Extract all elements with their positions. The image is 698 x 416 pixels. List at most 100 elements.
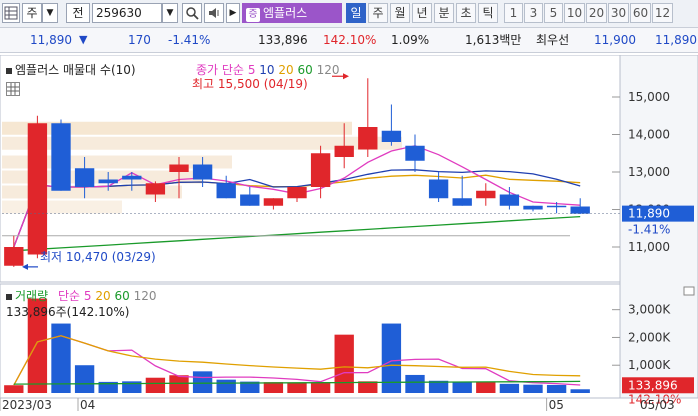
volume-axis-label: 1,000K — [628, 358, 671, 372]
volume-panel-title: 거래량 — [15, 289, 49, 303]
period-tab-day[interactable]: 일 — [346, 3, 366, 23]
speaker-icon[interactable] — [204, 3, 224, 23]
candle-body[interactable] — [145, 183, 166, 195]
date-axis-label: 05 — [549, 398, 564, 412]
candle-body[interactable] — [74, 168, 95, 187]
candle-body[interactable] — [98, 179, 118, 184]
volume-bar[interactable] — [570, 389, 590, 393]
candle-body[interactable] — [405, 145, 425, 161]
volume-axis-label: 3,000K — [628, 303, 671, 317]
code-dropdown-icon[interactable]: ▼ — [162, 3, 178, 23]
candle-body[interactable] — [263, 198, 284, 206]
best-ask-price: 11,900 — [594, 33, 636, 47]
volume-bar[interactable] — [169, 375, 189, 393]
candle-body[interactable] — [570, 206, 590, 214]
volume-current-label: 133,896주(142.10%) — [6, 305, 130, 319]
candle-body[interactable] — [428, 179, 449, 199]
volume-bar[interactable] — [51, 323, 71, 393]
volume-bar[interactable] — [216, 379, 236, 393]
grid-menu-icon[interactable] — [2, 3, 20, 23]
volume-current-tag-label: 133,896 — [628, 378, 678, 392]
chart-area[interactable]: 15,00014,00013,00012,00011,00011,890-1.4… — [0, 54, 698, 413]
low-price-annotation: 최저 10,470 (03/29) — [40, 250, 156, 264]
price-panel-title: 엠플러스 매물대 수(10) — [15, 63, 136, 77]
candle-body[interactable] — [27, 123, 48, 255]
price-axis-label: 11,000 — [628, 240, 670, 254]
market-select[interactable]: 주 — [22, 3, 42, 23]
search-icon[interactable] — [182, 3, 202, 23]
vol-ma-60-label: 60 — [114, 289, 130, 303]
candle-body[interactable] — [4, 247, 24, 266]
volume-ratio: 142.10% — [323, 33, 377, 47]
candle-body[interactable] — [334, 145, 354, 157]
candle-body[interactable] — [546, 205, 567, 208]
volume-bar[interactable] — [546, 384, 567, 393]
volume-bar[interactable] — [523, 384, 543, 393]
price-panel-legend: 엠플러스 매물대 수(10) — [6, 61, 136, 78]
current-price-tag-label: 11,890 — [628, 207, 670, 221]
candle-body[interactable] — [310, 153, 331, 187]
candle-body[interactable] — [287, 187, 307, 199]
market-dropdown-icon[interactable]: ▼ — [42, 3, 58, 23]
candle-body[interactable] — [381, 130, 402, 142]
candle-body[interactable] — [452, 198, 472, 206]
down-triangle-icon: ▼ — [79, 33, 88, 46]
candle-body[interactable] — [216, 183, 236, 199]
vol-ma-20-label: 20 — [95, 289, 111, 303]
interval-button-30[interactable]: 30 — [608, 3, 629, 23]
price-axis-label: 13,000 — [628, 165, 670, 179]
candle-body[interactable] — [523, 205, 543, 210]
volume-bar[interactable] — [74, 365, 95, 393]
volume-bar[interactable] — [334, 334, 354, 393]
candle-body[interactable] — [192, 164, 213, 180]
candle-body[interactable] — [169, 164, 189, 173]
all-market-toggle[interactable]: 전 — [66, 3, 90, 23]
volume-value: 133,896 — [258, 33, 308, 47]
period-tab-year[interactable]: 년 — [412, 3, 432, 23]
interval-button-20[interactable]: 20 — [586, 3, 607, 23]
volume-bar[interactable] — [452, 381, 472, 393]
candle-body[interactable] — [476, 190, 496, 199]
vol-ma-5-label: 5 — [83, 289, 92, 303]
quote-bar: 11,890 ▼ 170 -1.41% 133,896 142.10% 1.09… — [0, 28, 698, 53]
period-tab-week[interactable]: 주 — [368, 3, 388, 23]
period-tab-minute[interactable]: 분 — [434, 3, 454, 23]
period-tab-month[interactable]: 월 — [390, 3, 410, 23]
volume-bar[interactable] — [192, 371, 213, 393]
price-volume-chart[interactable]: 15,00014,00013,00012,00011,00011,890-1.4… — [0, 54, 698, 413]
interval-button-3[interactable]: 3 — [524, 3, 543, 23]
interval-button-1[interactable]: 1 — [504, 3, 523, 23]
interval-button-60[interactable]: 60 — [630, 3, 651, 23]
candle-body[interactable] — [51, 123, 71, 191]
volume-axis-label: 2,000K — [628, 330, 671, 344]
volume-bar[interactable] — [4, 385, 24, 393]
volume-bar[interactable] — [310, 382, 331, 393]
price-axis-label: 14,000 — [628, 128, 670, 142]
price-axis-label: 15,000 — [628, 90, 670, 104]
volume-bar[interactable] — [145, 377, 166, 393]
candle-body[interactable] — [122, 175, 142, 180]
volume-bar[interactable] — [405, 374, 425, 393]
period-tab-tick[interactable]: 틱 — [478, 3, 498, 23]
date-axis-right-label: 05/03 — [640, 398, 675, 412]
interval-button-5[interactable]: 5 — [544, 3, 563, 23]
stock-name-box[interactable]: 증 엠플러스 — [242, 3, 342, 23]
interval-button-10[interactable]: 10 — [564, 3, 585, 23]
volume-bar[interactable] — [499, 383, 520, 393]
stock-code-input[interactable]: 259630 — [92, 3, 162, 23]
candle-body[interactable] — [240, 194, 260, 206]
period-tab-second[interactable]: 초 — [456, 3, 476, 23]
table-view-icon[interactable] — [6, 82, 20, 96]
high-price-annotation: 최고 15,500 (04/19) — [192, 77, 308, 91]
volume-panel-legend: 거래량 단순 5 20 60 120 — [6, 287, 156, 304]
current-price: 11,890 — [30, 33, 72, 47]
volume-bar[interactable] — [476, 382, 496, 393]
interval-button-12[interactable]: 12 — [652, 3, 673, 23]
ma-120-label: 120 — [316, 63, 340, 77]
candle-body[interactable] — [499, 194, 520, 206]
volume-bar[interactable] — [287, 382, 307, 393]
collapse-panel-icon[interactable] — [683, 286, 695, 296]
volume-bar[interactable] — [263, 382, 284, 393]
stock-nav-icon[interactable]: ▶ — [226, 3, 240, 23]
candle-body[interactable] — [358, 127, 378, 150]
